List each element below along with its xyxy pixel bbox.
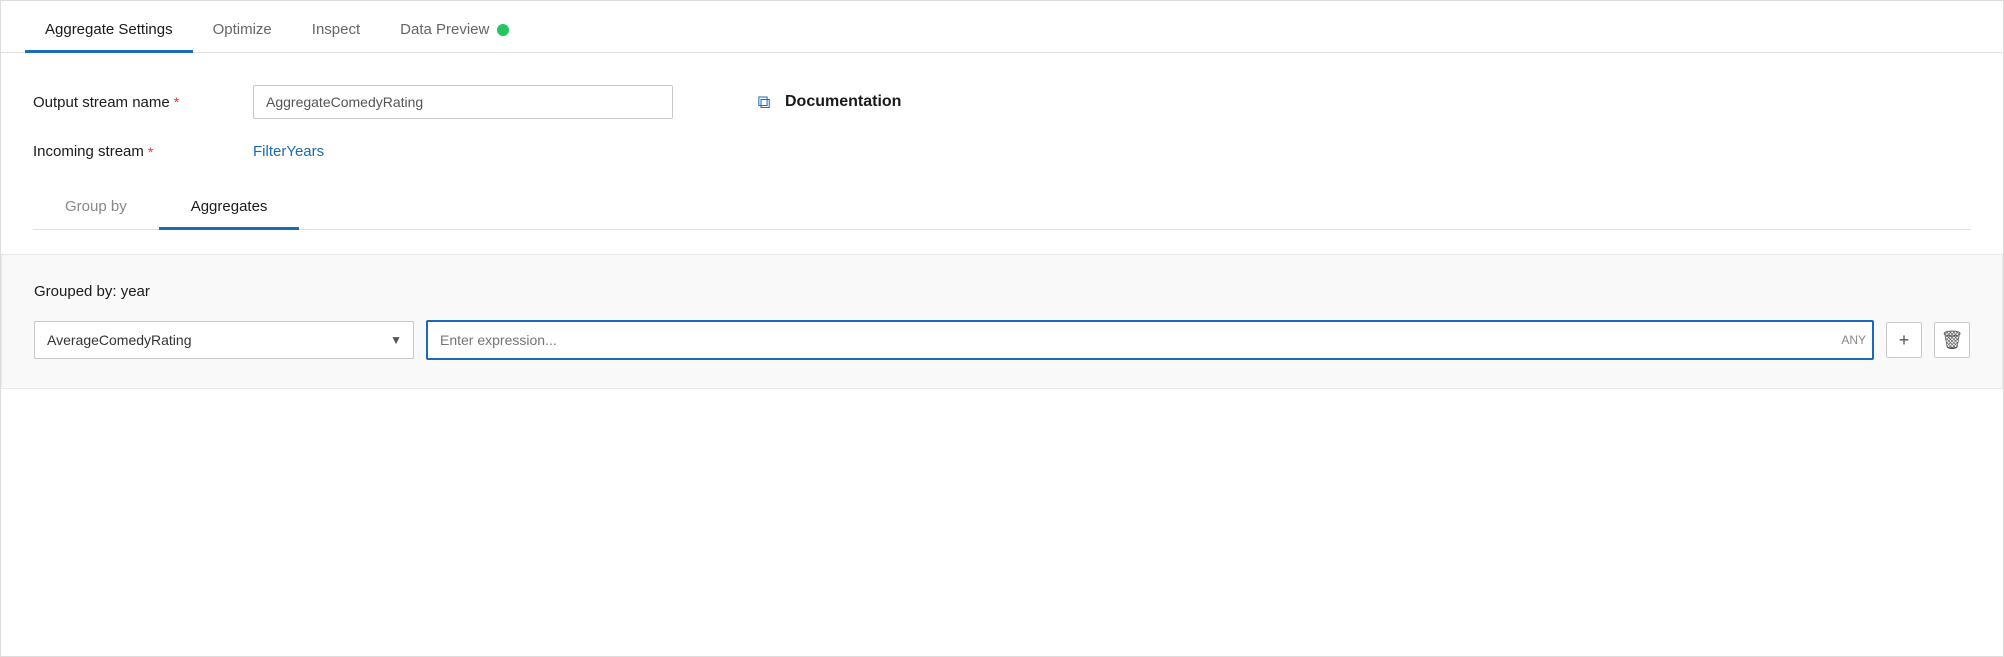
add-icon: + [1899,330,1910,351]
trash-icon: 🗑 [1941,330,1964,351]
tab-inspect[interactable]: Inspect [292,7,380,53]
tab-data-preview[interactable]: Data Preview [380,7,529,53]
tab-optimize[interactable]: Optimize [193,7,292,53]
incoming-stream-link[interactable]: FilterYears [253,143,324,160]
data-preview-status-dot [497,24,509,36]
output-stream-required: * [174,94,179,110]
add-button[interactable]: + [1886,322,1922,358]
tab-inspect-label: Inspect [312,21,360,38]
tab-aggregate-settings-label: Aggregate Settings [45,21,173,38]
main-content: Output stream name * ⧉ Documentation Inc… [1,53,2003,254]
documentation-label[interactable]: Documentation [785,93,901,111]
expression-input[interactable] [426,320,1874,360]
tab-aggregate-settings[interactable]: Aggregate Settings [25,7,193,53]
column-dropdown-wrapper: AverageComedyRating ▼ [34,321,414,359]
incoming-stream-row: Incoming stream * FilterYears [33,143,1971,160]
sub-tab-aggregates-label: Aggregates [191,198,268,215]
any-badge: ANY [1841,333,1866,347]
sub-tab-bar: Group by Aggregates [33,184,1971,230]
aggregate-row: AverageComedyRating ▼ ANY + 🗑 [34,320,1970,360]
sub-tab-group-by-label: Group by [65,198,127,215]
incoming-stream-required: * [148,144,153,160]
output-stream-label: Output stream name * [33,94,253,111]
sub-tab-group-by[interactable]: Group by [33,184,159,230]
bottom-panel: Grouped by: year AverageComedyRating ▼ A… [1,254,2003,389]
incoming-stream-label: Incoming stream * [33,143,253,160]
grouped-by-label: Grouped by: year [34,283,1970,300]
output-stream-row: Output stream name * ⧉ Documentation [33,85,1971,119]
tab-optimize-label: Optimize [213,21,272,38]
external-link-icon[interactable]: ⧉ [753,91,775,113]
delete-button[interactable]: 🗑 [1934,322,1970,358]
column-dropdown[interactable]: AverageComedyRating [34,321,414,359]
sub-tab-aggregates[interactable]: Aggregates [159,184,300,230]
expression-input-wrapper: ANY [426,320,1874,360]
tab-data-preview-label: Data Preview [400,21,489,38]
documentation-area: ⧉ Documentation [753,91,901,113]
output-stream-input[interactable] [253,85,673,119]
tab-bar: Aggregate Settings Optimize Inspect Data… [1,1,2003,53]
app-container: Aggregate Settings Optimize Inspect Data… [0,0,2004,657]
